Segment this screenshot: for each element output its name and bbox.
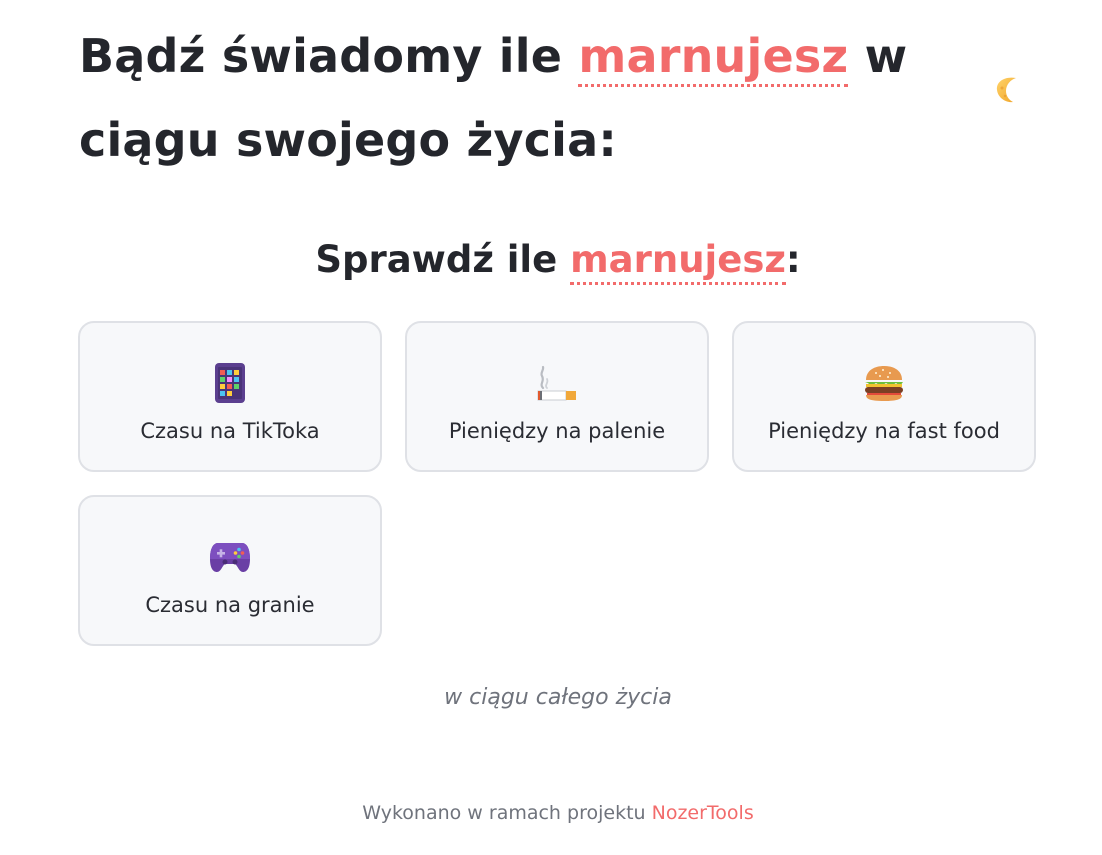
cigarette-icon [407,361,707,405]
card-label: Pieniędzy na fast food [768,419,1000,443]
gamepad-icon [80,535,380,579]
section-title: Sprawdź ile marnujesz: [0,232,1102,288]
page: Bądź świadomy ile marnujesz w ciągu swoj… [0,0,1102,855]
hero-title-accent: marnujesz [578,29,849,87]
footer-text: Wykonano w ramach projektu [362,802,652,824]
hero-title-prefix: Bądź świadomy ile [79,29,579,83]
burger-icon [734,361,1034,405]
card-gaming[interactable]: Czasu na granie [78,495,382,646]
phone-icon [80,361,380,405]
footer-link-nozertools[interactable]: NozerTools [652,802,754,824]
card-tiktok[interactable]: Czasu na TikToka [78,321,382,472]
card-fastfood[interactable]: Pieniędzy na fast food [732,321,1036,472]
theme-toggle-button[interactable] [990,72,1026,108]
card-label: Pieniędzy na palenie [448,419,666,443]
page-title: Bądź świadomy ile marnujesz w ciągu swoj… [79,14,979,182]
card-label: Czasu na granie [145,593,315,617]
section-title-prefix: Sprawdź ile [315,238,571,281]
card-smoking[interactable]: Pieniędzy na palenie [405,321,709,472]
section-title-suffix: : [785,238,801,281]
lifetime-note: w ciągu całego życia [444,685,672,710]
card-label: Czasu na TikToka [140,419,320,443]
section-title-accent: marnujesz [570,238,786,285]
footer: Wykonano w ramach projektu NozerTools [0,799,1102,827]
moon-icon [996,77,1016,103]
